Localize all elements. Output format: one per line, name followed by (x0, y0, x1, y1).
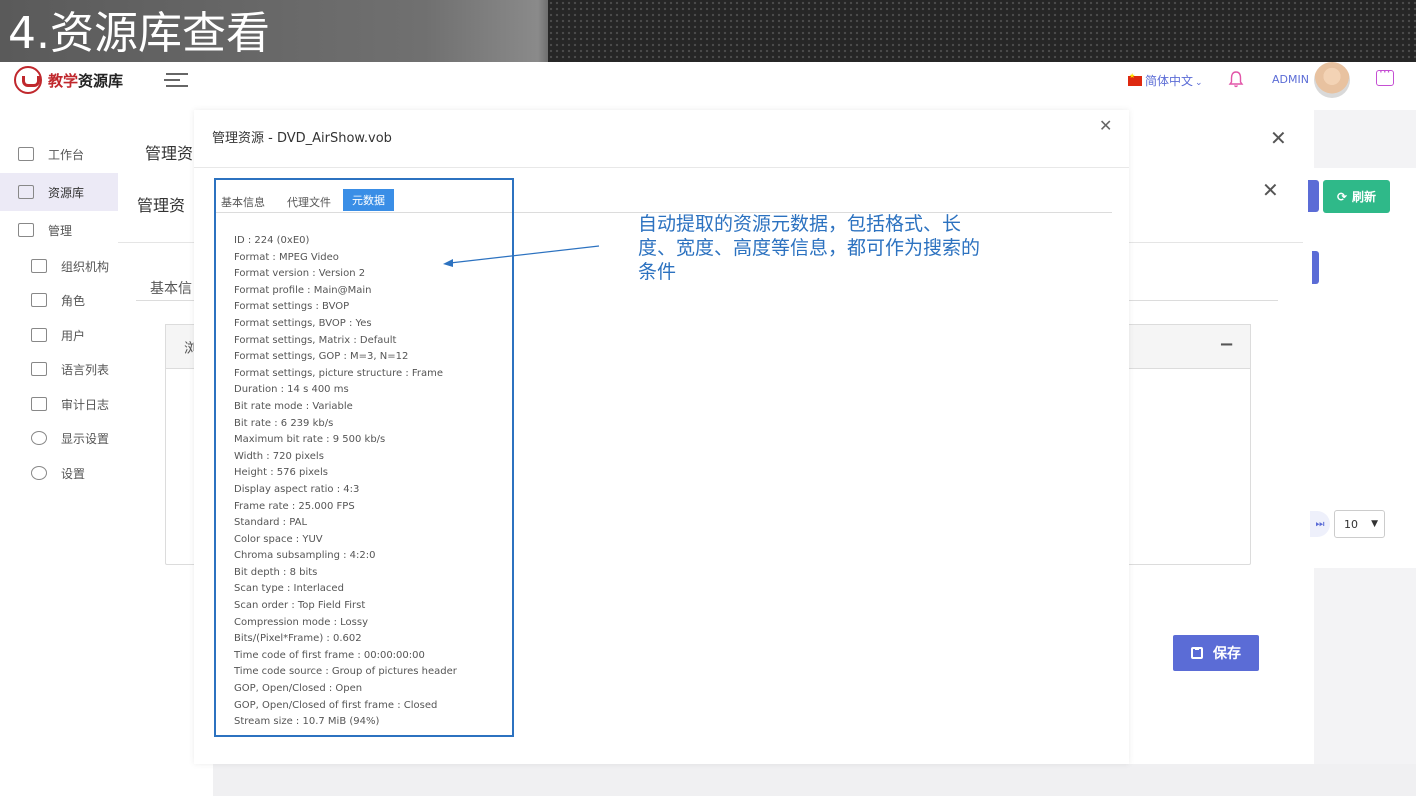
app-name-accent: 教学 (48, 72, 79, 90)
sidebar-item-label: 管理 (48, 223, 73, 238)
page-size-value: 10 (1344, 517, 1358, 531)
sidebar-item-label: 工作台 (48, 147, 85, 162)
sidebar-item-manage[interactable]: 管理 (0, 211, 118, 249)
manage-icon (18, 223, 34, 237)
chevron-down-icon: ⌄ (1195, 78, 1203, 88)
sidebar-item-audit[interactable]: 审计日志 (0, 385, 118, 423)
avatar[interactable] (1314, 62, 1350, 98)
sidebar-item-user[interactable]: 用户 (0, 316, 118, 354)
modal-divider (194, 167, 1129, 168)
trend-icon (18, 147, 34, 161)
bg-dialog-title: 管理资 (137, 196, 186, 215)
annotation-callout: 自动提取的资源元数据，包括格式、长度、宽度、高度等信息，都可作为搜索的条件 (638, 213, 981, 283)
sidebar-item-label: 角色 (61, 293, 86, 308)
bell-icon[interactable] (1228, 70, 1244, 92)
eye-icon (31, 431, 47, 445)
refresh-button[interactable]: ⟳ 刷新 (1323, 180, 1390, 213)
chevron-down-icon: ▼ (1371, 519, 1378, 529)
language-selector[interactable]: 简体中文⌄ (1128, 72, 1203, 89)
add-folder-icon (18, 185, 34, 199)
sidebar-item-label: 用户 (61, 328, 86, 343)
user-name[interactable]: ADMIN (1272, 73, 1309, 86)
slide-banner: 4.资源库查看 (0, 0, 1416, 62)
app-name: 教学资源库 (48, 70, 123, 91)
bg-page-title: 管理资 (145, 144, 194, 163)
banner-pattern (548, 0, 1416, 62)
gear-icon (31, 466, 47, 480)
callout-arrow-icon (443, 245, 600, 267)
bg-close-icon[interactable]: ✕ (1270, 126, 1287, 150)
sidebar-item-role[interactable]: 角色 (0, 281, 118, 319)
refresh-icon: ⟳ (1336, 189, 1348, 204)
chat-icon[interactable] (1376, 65, 1394, 86)
collapse-icon[interactable]: − (1219, 334, 1234, 355)
audit-icon (31, 397, 47, 411)
role-icon (31, 293, 47, 307)
bg-tab-basic[interactable]: 基本信 (150, 278, 192, 298)
flag-icon (1128, 72, 1142, 86)
sidebar-item-label: 组织机构 (61, 259, 110, 274)
app-header (0, 62, 1416, 110)
bg-blue-button[interactable] (1308, 180, 1319, 212)
sidebar-item-org[interactable]: 组织机构 (0, 247, 118, 285)
bg-right-panel (1314, 168, 1416, 568)
save-button[interactable]: 保存 (1173, 635, 1259, 671)
modal-title: 管理资源 - DVD_AirShow.vob (212, 131, 392, 146)
bg-dialog-close-icon[interactable]: ✕ (1262, 178, 1279, 202)
save-label: 保存 (1213, 646, 1241, 662)
app-name-rest: 资源库 (78, 72, 124, 90)
sidebar-item-settings[interactable]: 设置 (0, 454, 118, 492)
sidebar-item-label: 审计日志 (61, 397, 110, 412)
sidebar-item-label: 资源库 (48, 185, 85, 200)
menu-toggle-icon[interactable] (164, 72, 188, 88)
sidebar-item-workbench[interactable]: 工作台 (0, 135, 118, 173)
sidebar-item-label: 语言列表 (61, 362, 110, 377)
language-icon (31, 362, 47, 376)
save-icon (1191, 647, 1203, 659)
sidebar-item-resources[interactable]: 资源库 (0, 173, 118, 211)
user-icon (31, 328, 47, 342)
org-icon (31, 259, 47, 273)
sidebar-item-language[interactable]: 语言列表 (0, 350, 118, 388)
slide-title: 4.资源库查看 (8, 8, 270, 59)
language-label: 简体中文 (1145, 74, 1194, 88)
logo-icon (14, 66, 42, 94)
sidebar-item-label: 显示设置 (61, 431, 110, 446)
modal-close-icon[interactable]: ✕ (1099, 116, 1112, 135)
bg-blue-button-2[interactable] (1312, 251, 1319, 284)
sidebar-item-label: 设置 (61, 466, 86, 481)
sidebar-item-display[interactable]: 显示设置 (0, 419, 118, 457)
bottom-area (213, 764, 1416, 796)
refresh-label: 刷新 (1352, 190, 1377, 204)
page-size-select[interactable]: 10 ▼ (1334, 510, 1385, 538)
